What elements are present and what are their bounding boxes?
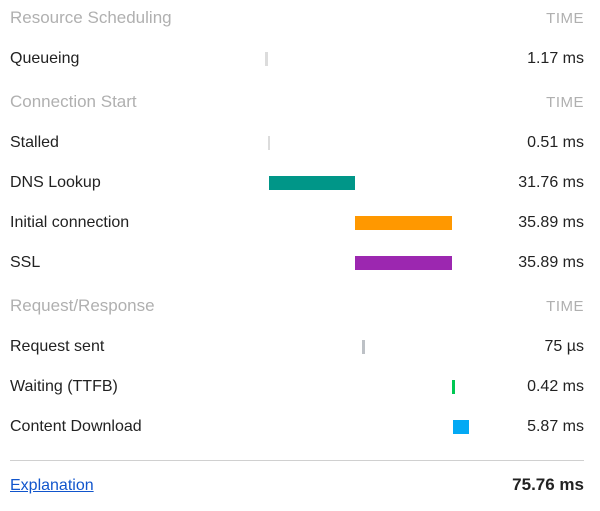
- timing-row-label: Stalled: [10, 134, 265, 152]
- timing-row-value: 5.87 ms: [469, 418, 584, 436]
- timing-row-value: 0.42 ms: [469, 378, 584, 396]
- timing-footer: Explanation 75.76 ms: [10, 460, 584, 495]
- timing-bar-segment: [362, 340, 365, 354]
- timing-bar-segment: [355, 256, 452, 270]
- section-title: Connection Start: [10, 92, 137, 112]
- section-header: Request/Response TIME: [10, 296, 584, 316]
- timing-bar-track: [265, 213, 469, 233]
- timing-row-label: Initial connection: [10, 214, 265, 232]
- timing-row: SSL 35.89 ms: [10, 244, 584, 282]
- timing-bar-track: [265, 49, 469, 69]
- timing-row: Stalled 0.51 ms: [10, 124, 584, 162]
- timing-bar-track: [265, 417, 469, 437]
- section-title: Resource Scheduling: [10, 8, 172, 28]
- timing-bar-track: [265, 337, 469, 357]
- section-header: Connection Start TIME: [10, 92, 584, 112]
- timing-section: Resource Scheduling TIME Queueing 1.17 ms: [10, 8, 584, 78]
- timing-row-value: 0.51 ms: [469, 134, 584, 152]
- timing-row-value: 35.89 ms: [469, 254, 584, 272]
- section-header: Resource Scheduling TIME: [10, 8, 584, 28]
- timing-row-value: 31.76 ms: [469, 174, 584, 192]
- time-column-label: TIME: [546, 10, 584, 27]
- timing-row-label: Request sent: [10, 338, 265, 356]
- section-title: Request/Response: [10, 296, 155, 316]
- timing-row: Initial connection 35.89 ms: [10, 204, 584, 242]
- timing-row: Content Download 5.87 ms: [10, 408, 584, 446]
- time-column-label: TIME: [546, 94, 584, 111]
- timing-bar-track: [265, 377, 469, 397]
- timing-bar-track: [265, 253, 469, 273]
- timing-bar-segment: [268, 136, 270, 150]
- total-time: 75.76 ms: [512, 475, 584, 495]
- timing-row: DNS Lookup 31.76 ms: [10, 164, 584, 202]
- timing-row-label: Queueing: [10, 50, 265, 68]
- timing-row: Request sent 75 µs: [10, 328, 584, 366]
- timing-bar-track: [265, 133, 469, 153]
- explanation-link[interactable]: Explanation: [10, 477, 94, 495]
- timing-row: Waiting (TTFB) 0.42 ms: [10, 368, 584, 406]
- timing-row-label: Content Download: [10, 418, 265, 436]
- timing-bar-track: [265, 173, 469, 193]
- time-column-label: TIME: [546, 298, 584, 315]
- timing-bar-segment: [269, 176, 355, 190]
- timing-row-label: Waiting (TTFB): [10, 378, 265, 396]
- timing-row-value: 1.17 ms: [469, 50, 584, 68]
- timing-row-value: 75 µs: [469, 338, 584, 356]
- timing-row-value: 35.89 ms: [469, 214, 584, 232]
- timing-row-label: DNS Lookup: [10, 174, 265, 192]
- timing-row-label: SSL: [10, 254, 265, 272]
- timing-section: Request/Response TIME Request sent 75 µs Wai…: [10, 296, 584, 446]
- timing-bar-segment: [453, 420, 469, 434]
- timing-bar-segment: [355, 216, 452, 230]
- timing-bar-segment: [452, 380, 455, 394]
- timing-section: Connection Start TIME Stalled 0.51 ms DNS Lo…: [10, 92, 584, 282]
- timing-row: Queueing 1.17 ms: [10, 40, 584, 78]
- timing-bar-segment: [265, 52, 268, 66]
